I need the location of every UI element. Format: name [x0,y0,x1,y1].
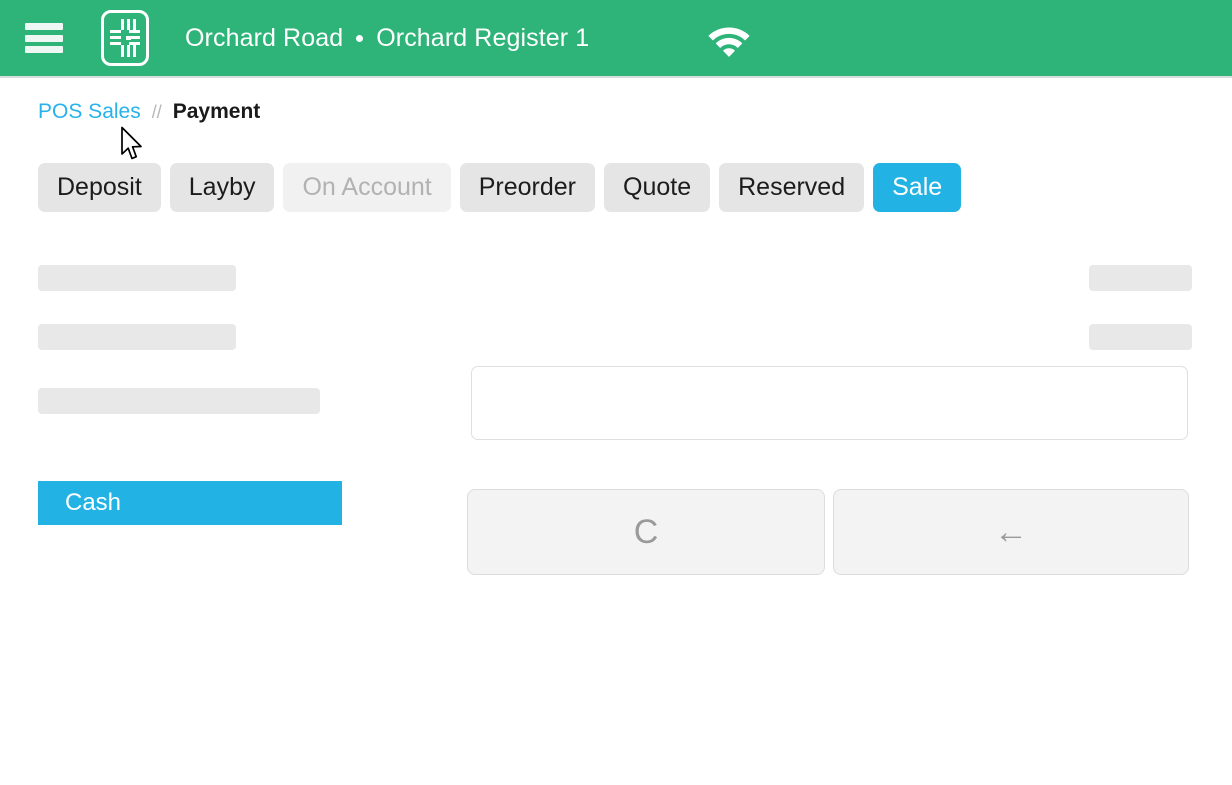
sale-type-tab-sale[interactable]: Sale [873,163,962,212]
outlet-name: Orchard Road [185,23,344,52]
logo-bar-hl-1 [110,30,121,33]
breadcrumb-separator: // [151,102,162,122]
sale-type-tab-reserved[interactable]: Reserved [719,163,865,212]
keypad-clear-button[interactable]: C [467,489,825,575]
sale-type-tab-on-account: On Account [283,163,451,212]
register-name: Orchard Register 1 [376,23,590,52]
title-separator-dot [356,34,364,42]
keypad-backspace-button[interactable]: ← [833,489,1189,575]
logo-bar-vt-3 [133,19,136,30]
vend-cross-logo-icon[interactable] [101,10,149,66]
skeleton-amount-value-2 [1089,324,1192,350]
logo-bar-vt-2 [127,19,130,30]
app-header-bar: Orchard Road Orchard Register 1 [0,0,1232,78]
skeleton-summary-line-3 [38,388,320,414]
logo-bar-hl-3 [110,42,121,45]
header-title-group: Orchard Road Orchard Register 1 [185,24,589,53]
logo-bar-vt-1 [121,19,124,30]
logo-bar-vb-1 [121,45,124,57]
hamburger-bar-3 [25,46,63,53]
breadcrumb-link-pos-sales[interactable]: POS Sales [38,100,141,124]
logo-bar-vb-2 [127,45,130,57]
skeleton-amount-value-1 [1089,265,1192,291]
logo-bar-hl-2 [110,36,121,39]
logo-center-pip [126,36,131,40]
hamburger-bar-2 [25,34,63,42]
sale-type-tab-layby[interactable]: Layby [169,163,275,212]
breadcrumb-current-payment: Payment [172,100,261,123]
mouse-pointer-icon [121,126,142,160]
sale-type-tab-deposit[interactable]: Deposit [38,163,161,212]
hamburger-menu-icon[interactable] [25,23,63,53]
payment-method-cash-button[interactable]: Cash [38,481,342,525]
logo-bar-hr-1 [129,30,140,33]
breadcrumb: POS Sales // Payment [38,100,260,124]
sale-type-tab-preorder[interactable]: Preorder [459,163,595,212]
logo-bar-vb-3 [133,45,136,57]
sale-type-tab-row: Deposit Layby On Account Preorder Quote … [38,163,962,212]
skeleton-summary-line-1 [38,265,236,291]
payment-amount-input[interactable] [471,366,1188,440]
wifi-icon[interactable] [705,20,753,58]
skeleton-summary-line-2 [38,324,236,350]
sale-type-tab-quote[interactable]: Quote [604,163,711,212]
hamburger-bar-1 [25,23,63,30]
